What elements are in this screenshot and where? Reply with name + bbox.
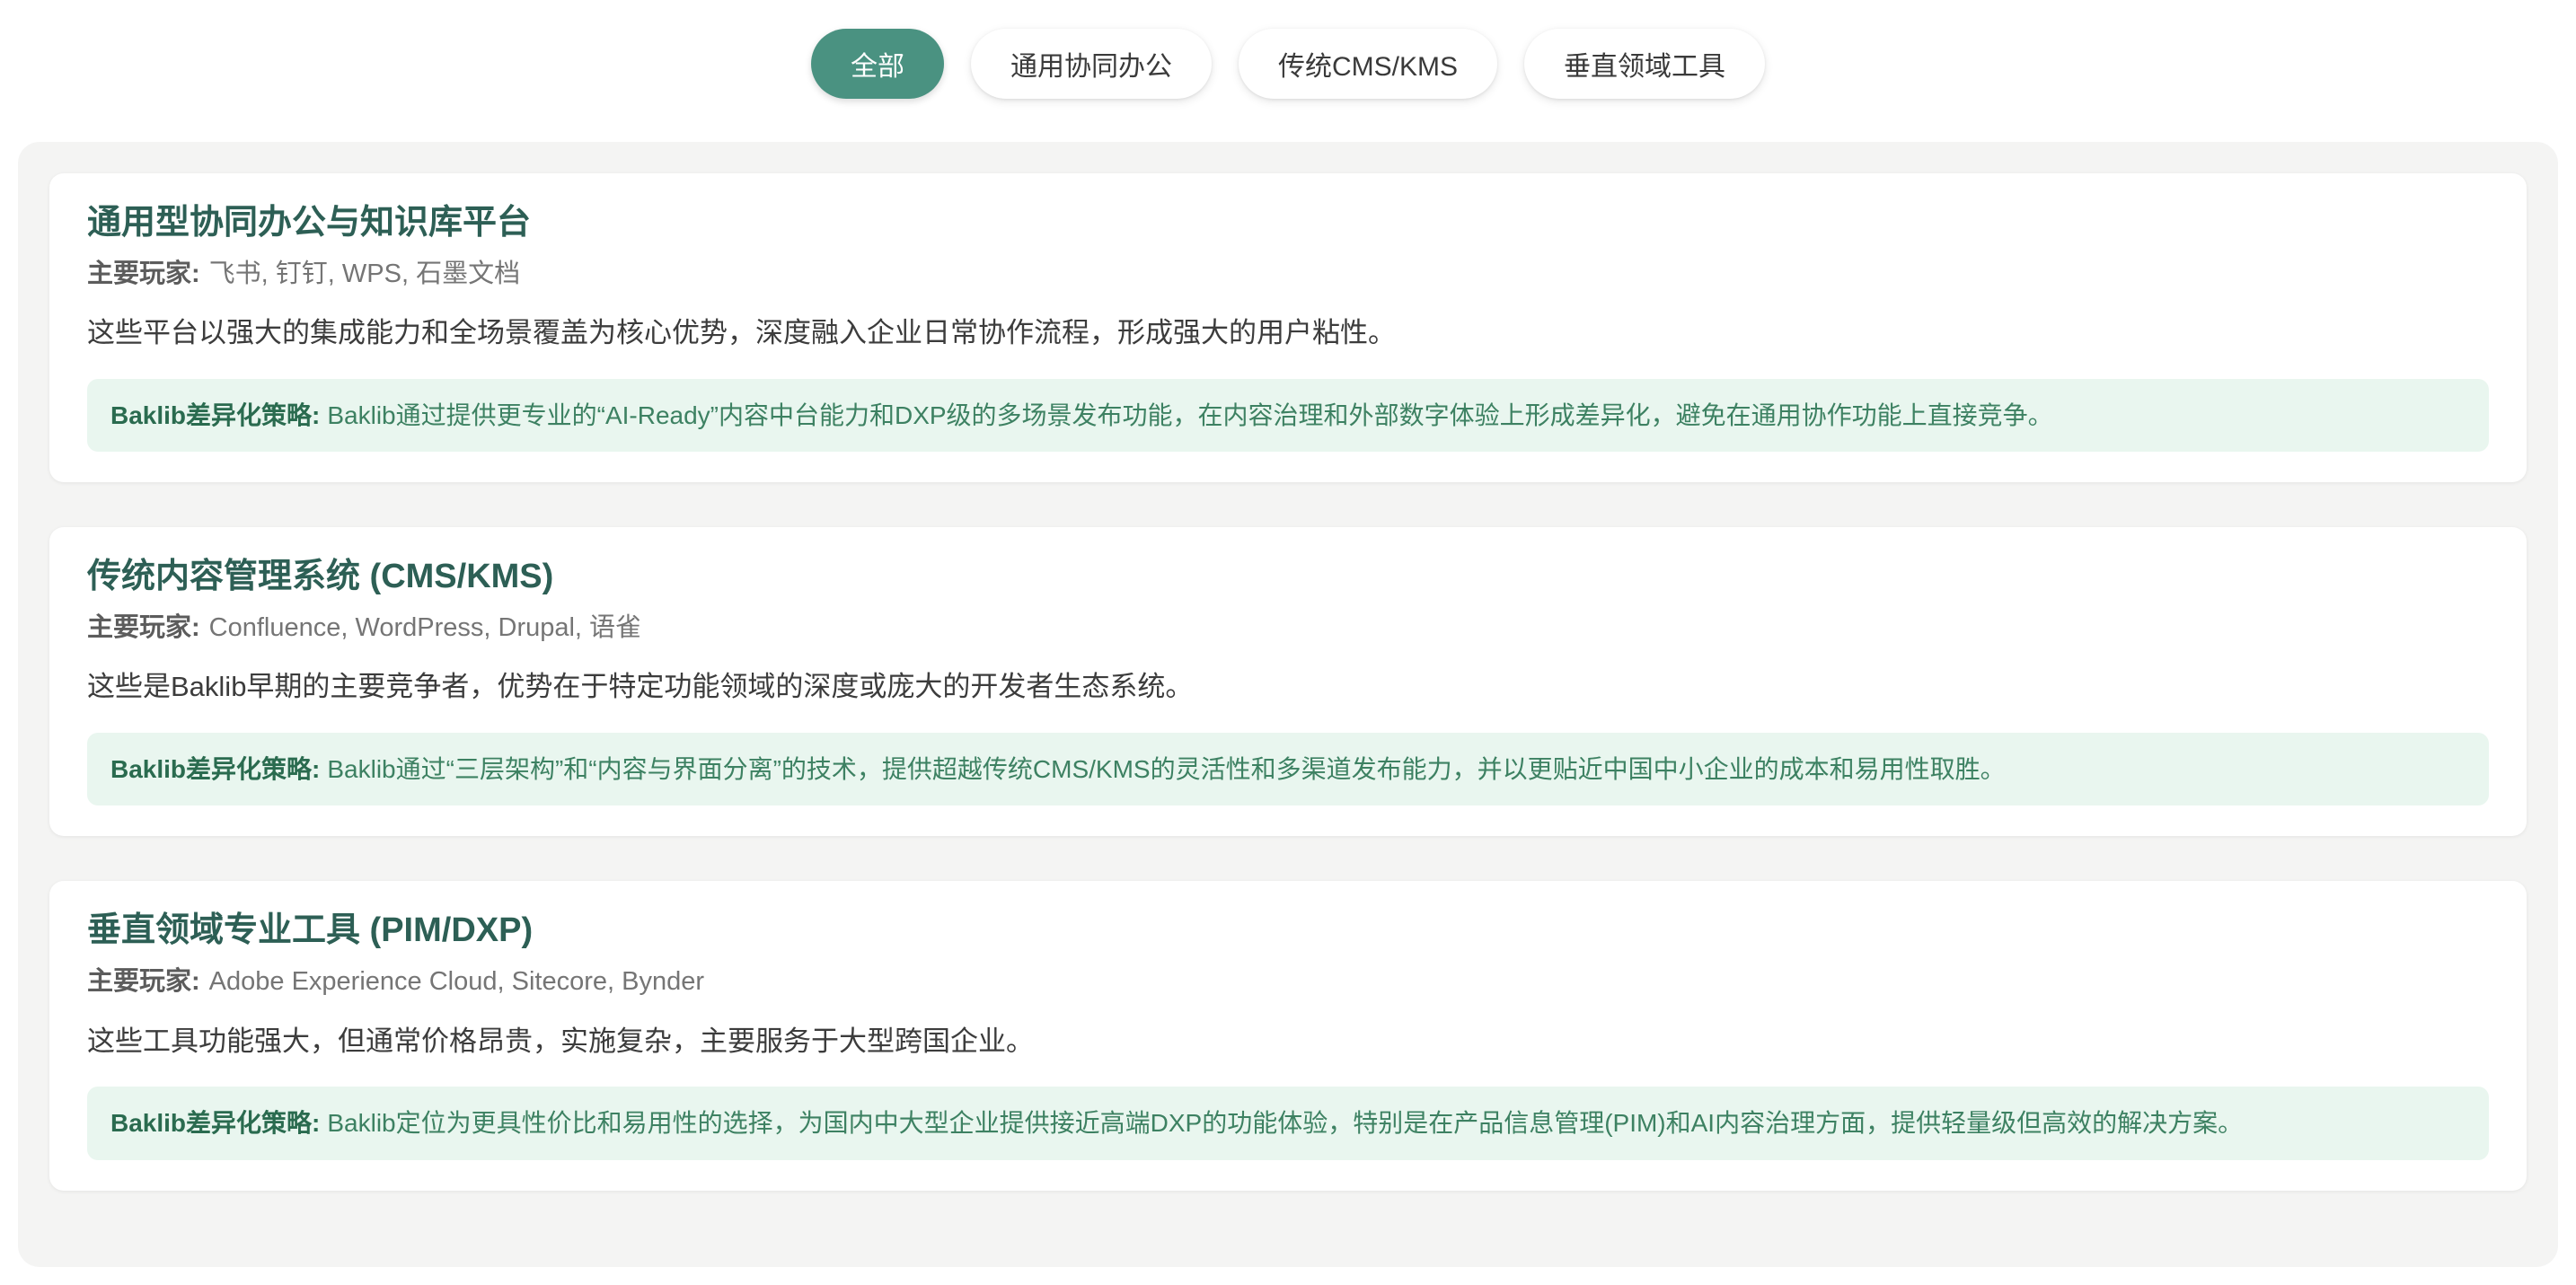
card-title: 垂直领域专业工具 (PIM/DXP) xyxy=(87,910,2489,953)
strategy-text: Baklib通过提供更专业的“AI-Ready”内容中台能力和DXP级的多场景发… xyxy=(327,401,2052,429)
main-players-line: 主要玩家: Adobe Experience Cloud, Sitecore, B… xyxy=(87,965,2489,999)
main-players-label: 主要玩家: xyxy=(87,613,200,642)
main-players-line: 主要玩家: Confluence, WordPress, Drupal, 语雀 xyxy=(87,612,2489,646)
card-description: 这些平台以强大的集成能力和全场景覆盖为核心优势，深度融入企业日常协作流程，形成强… xyxy=(87,314,2489,352)
filter-tab-vertical-tools[interactable]: 垂直领域工具 xyxy=(1524,29,1765,99)
main-players-value: 飞书, 钉钉, WPS, 石墨文档 xyxy=(209,260,520,288)
strategy-label: Baklib差异化策略: xyxy=(110,401,320,429)
filter-tab-collab-office[interactable]: 通用协同办公 xyxy=(971,29,1212,99)
main-players-label: 主要玩家: xyxy=(87,260,200,288)
category-card-collab-platforms: 通用型协同办公与知识库平台 主要玩家: 飞书, 钉钉, WPS, 石墨文档 这些平… xyxy=(49,173,2527,482)
main-players-label: 主要玩家: xyxy=(87,967,200,996)
strategy-callout: Baklib差异化策略:Baklib定位为更具性价比和易用性的选择，为国内中大型… xyxy=(87,1087,2489,1159)
strategy-text: Baklib通过“三层架构”和“内容与界面分离”的技术，提供超越传统CMS/KM… xyxy=(327,755,2005,783)
category-card-cms-kms: 传统内容管理系统 (CMS/KMS) 主要玩家: Confluence, Word… xyxy=(49,527,2527,836)
strategy-callout: Baklib差异化策略:Baklib通过提供更专业的“AI-Ready”内容中台… xyxy=(87,379,2489,452)
card-title: 通用型协同办公与知识库平台 xyxy=(87,202,2489,245)
strategy-callout: Baklib差异化策略:Baklib通过“三层架构”和“内容与界面分离”的技术，… xyxy=(87,733,2489,805)
card-description: 这些是Baklib早期的主要竞争者，优势在于特定功能领域的深度或庞大的开发者生态… xyxy=(87,668,2489,706)
main-players-value: Confluence, WordPress, Drupal, 语雀 xyxy=(209,613,641,642)
filter-tab-bar: 全部 通用协同办公 传统CMS/KMS 垂直领域工具 xyxy=(0,0,2576,99)
category-panel: 通用型协同办公与知识库平台 主要玩家: 飞书, 钉钉, WPS, 石墨文档 这些平… xyxy=(18,142,2558,1267)
filter-tab-all[interactable]: 全部 xyxy=(811,29,944,99)
category-card-pim-dxp: 垂直领域专业工具 (PIM/DXP) 主要玩家: Adobe Experience… xyxy=(49,881,2527,1190)
filter-tab-cms-kms[interactable]: 传统CMS/KMS xyxy=(1239,29,1497,99)
card-title: 传统内容管理系统 (CMS/KMS) xyxy=(87,556,2489,599)
main-players-line: 主要玩家: 飞书, 钉钉, WPS, 石墨文档 xyxy=(87,258,2489,292)
main-players-value: Adobe Experience Cloud, Sitecore, Bynder xyxy=(209,967,704,996)
strategy-label: Baklib差异化策略: xyxy=(110,1109,320,1137)
card-description: 这些工具功能强大，但通常价格昂贵，实施复杂，主要服务于大型跨国企业。 xyxy=(87,1023,2489,1061)
strategy-label: Baklib差异化策略: xyxy=(110,755,320,783)
strategy-text: Baklib定位为更具性价比和易用性的选择，为国内中大型企业提供接近高端DXP的… xyxy=(327,1109,2243,1137)
